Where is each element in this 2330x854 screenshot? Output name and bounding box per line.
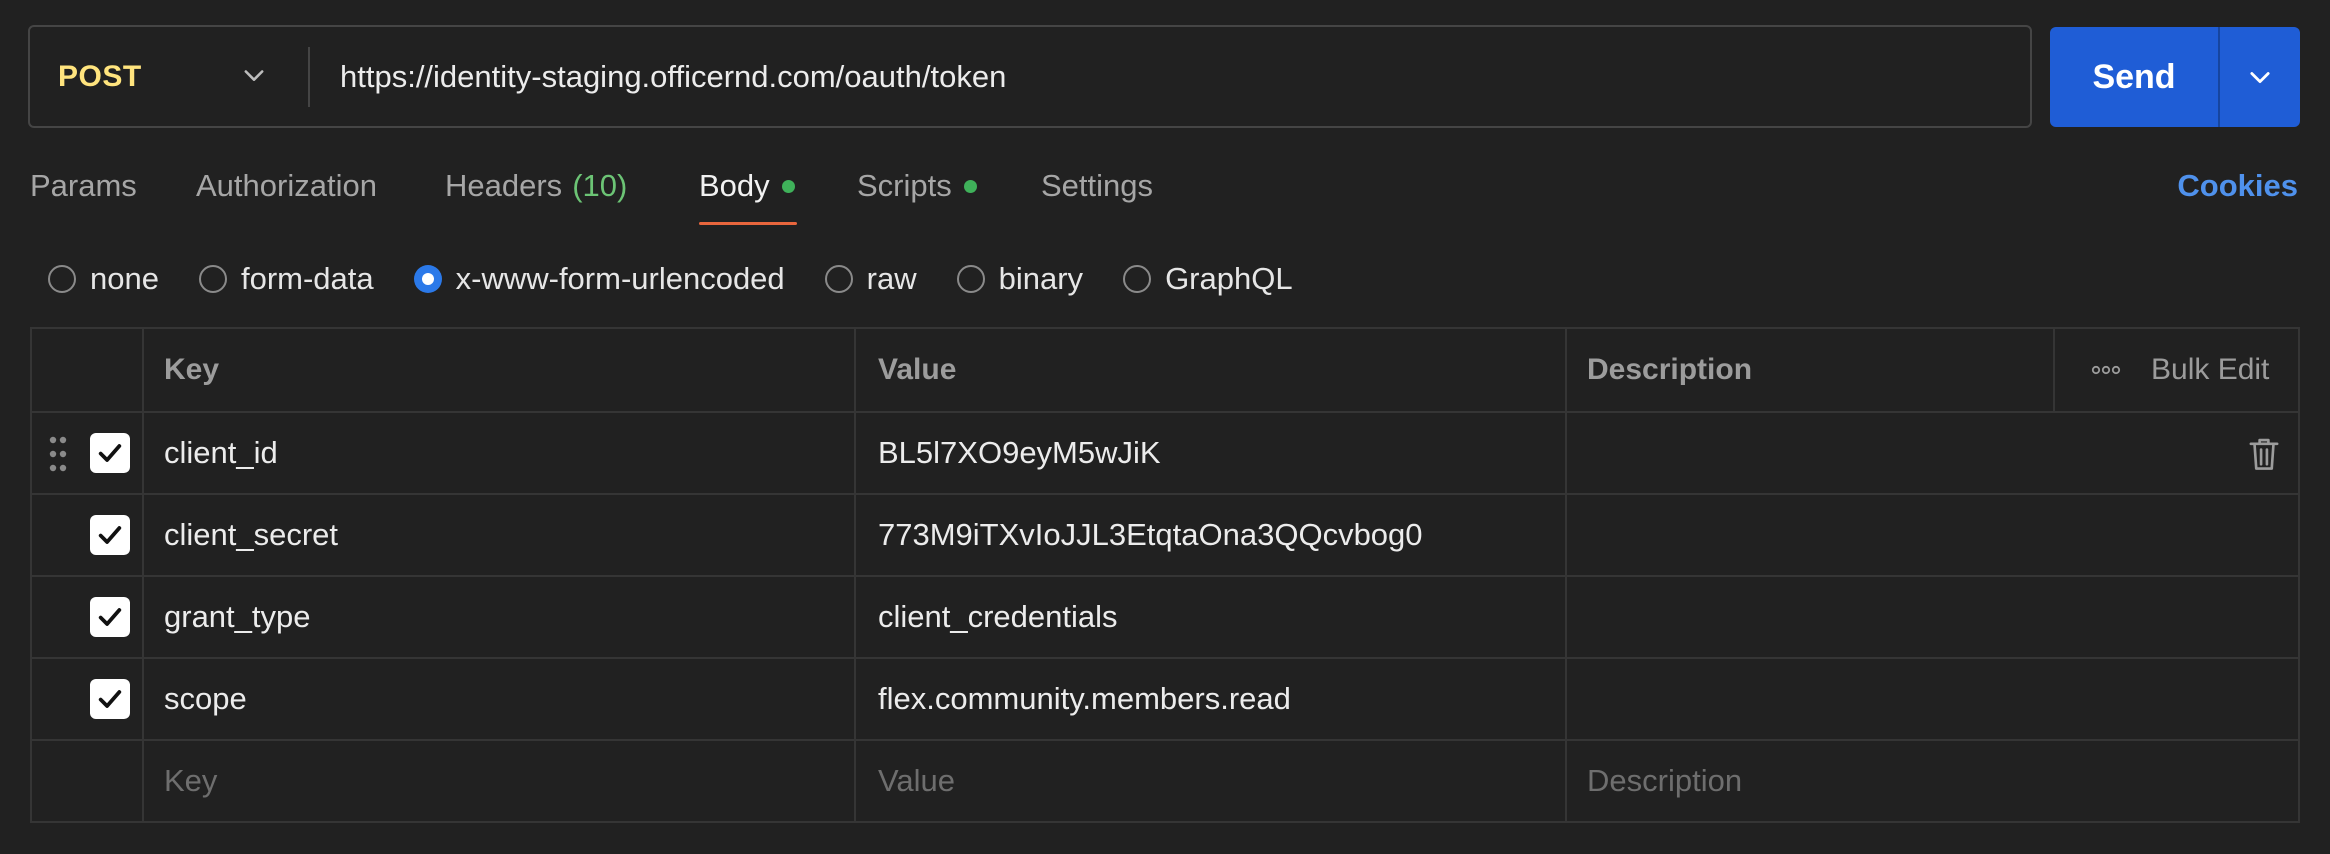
- row-control-cell: [32, 413, 144, 493]
- checkmark-icon: [98, 608, 122, 626]
- row-key[interactable]: grant_type: [144, 577, 856, 657]
- url-input[interactable]: https://identity-staging.officernd.com/o…: [310, 59, 1006, 95]
- new-description-input[interactable]: Description: [1567, 741, 2298, 821]
- more-options-icon[interactable]: [2091, 364, 2121, 376]
- row-value[interactable]: 773M9iTXvIoJJL3EtqtaOna3QQcvbog0: [856, 495, 1567, 575]
- active-tab-indicator: [699, 222, 797, 225]
- body-type-form-data[interactable]: form-data: [198, 261, 374, 297]
- row-value[interactable]: BL5l7XO9eyM5wJiK: [856, 413, 1567, 493]
- row-description[interactable]: [1567, 577, 2298, 657]
- radio-icon: [824, 265, 853, 293]
- checkmark-icon: [98, 526, 122, 544]
- tab-scripts[interactable]: Scripts: [857, 168, 977, 204]
- tab-authorization[interactable]: Authorization: [196, 168, 377, 204]
- body-type-urlencoded[interactable]: x-www-form-urlencoded: [413, 261, 785, 297]
- tab-headers[interactable]: Headers (10): [445, 168, 627, 204]
- radio-label: GraphQL: [1165, 261, 1293, 296]
- chevron-down-icon: [2250, 72, 2270, 84]
- method-label: POST: [58, 59, 142, 93]
- request-tabs: Params Authorization Headers (10) Body S…: [30, 160, 2300, 230]
- header-control-cell: [32, 329, 144, 411]
- row-description[interactable]: [1567, 413, 2298, 493]
- body-type-none[interactable]: none: [48, 261, 159, 297]
- row-description[interactable]: [1567, 659, 2298, 739]
- radio-label: x-www-form-urlencoded: [455, 261, 785, 296]
- body-type-raw[interactable]: raw: [824, 261, 917, 297]
- new-value-input[interactable]: Value: [856, 741, 1567, 821]
- body-type-selector: none form-data x-www-form-urlencoded raw…: [48, 254, 1333, 304]
- modified-dot-icon: [963, 179, 977, 193]
- body-type-graphql[interactable]: GraphQL: [1123, 261, 1293, 297]
- tab-label: Body: [699, 168, 770, 203]
- row-key[interactable]: scope: [144, 659, 856, 739]
- radio-icon: [198, 265, 227, 293]
- row-enabled-checkbox[interactable]: [90, 515, 130, 555]
- tab-label: Params: [30, 168, 137, 203]
- new-param-row: Key Value Description: [32, 739, 2298, 821]
- table-row: client_secret 773M9iTXvIoJJL3EtqtaOna3QQ…: [32, 493, 2298, 575]
- radio-label: binary: [998, 261, 1084, 296]
- header-value: Value: [856, 329, 1567, 411]
- tab-settings[interactable]: Settings: [1041, 168, 1153, 204]
- row-key[interactable]: client_id: [144, 413, 856, 493]
- send-button[interactable]: Send: [2050, 27, 2218, 127]
- send-button-group: Send: [2050, 27, 2300, 127]
- chevron-down-icon: [244, 70, 264, 81]
- row-enabled-checkbox[interactable]: [90, 433, 130, 473]
- drag-handle-icon[interactable]: [48, 435, 68, 473]
- header-description: Description: [1567, 329, 2055, 411]
- tab-label: Authorization: [196, 168, 377, 203]
- request-bar: POST https://identity-staging.officernd.…: [28, 25, 2032, 128]
- modified-dot-icon: [781, 179, 795, 193]
- method-select[interactable]: POST: [30, 27, 308, 126]
- radio-icon: [48, 265, 76, 293]
- new-key-input[interactable]: Key: [144, 741, 856, 821]
- radio-icon: [956, 265, 985, 293]
- bulk-edit-button[interactable]: Bulk Edit: [2151, 353, 2269, 387]
- tab-body[interactable]: Body: [699, 168, 795, 204]
- row-control-cell: [32, 577, 144, 657]
- row-key[interactable]: client_secret: [144, 495, 856, 575]
- params-table: Key Value Description Bulk Edit client_i…: [30, 327, 2300, 823]
- tab-params[interactable]: Params: [30, 168, 137, 204]
- row-value[interactable]: client_credentials: [856, 577, 1567, 657]
- checkmark-icon: [98, 690, 122, 708]
- send-options-button[interactable]: [2220, 27, 2300, 127]
- table-row: scope flex.community.members.read: [32, 657, 2298, 739]
- row-control-cell: [32, 741, 144, 821]
- tab-label: Settings: [1041, 168, 1154, 203]
- cookies-link[interactable]: Cookies: [2177, 168, 2298, 204]
- radio-icon: [1123, 265, 1152, 293]
- checkmark-icon: [98, 444, 122, 462]
- table-header-row: Key Value Description Bulk Edit: [32, 329, 2298, 411]
- header-actions: Bulk Edit: [2055, 329, 2298, 411]
- row-enabled-checkbox[interactable]: [90, 597, 130, 637]
- body-type-binary[interactable]: binary: [956, 261, 1084, 297]
- row-value[interactable]: flex.community.members.read: [856, 659, 1567, 739]
- row-enabled-checkbox[interactable]: [90, 679, 130, 719]
- tab-label: Scripts: [857, 168, 952, 203]
- row-description[interactable]: [1567, 495, 2298, 575]
- tab-label: Headers: [445, 168, 563, 203]
- radio-label: none: [90, 261, 159, 296]
- table-row: client_id BL5l7XO9eyM5wJiK: [32, 411, 2298, 493]
- headers-count: (10): [572, 168, 628, 203]
- radio-selected-icon: [413, 265, 442, 293]
- trash-icon[interactable]: [2246, 435, 2282, 473]
- radio-label: raw: [866, 261, 917, 296]
- radio-label: form-data: [240, 261, 374, 296]
- table-row: grant_type client_credentials: [32, 575, 2298, 657]
- header-key: Key: [144, 329, 856, 411]
- row-control-cell: [32, 495, 144, 575]
- row-control-cell: [32, 659, 144, 739]
